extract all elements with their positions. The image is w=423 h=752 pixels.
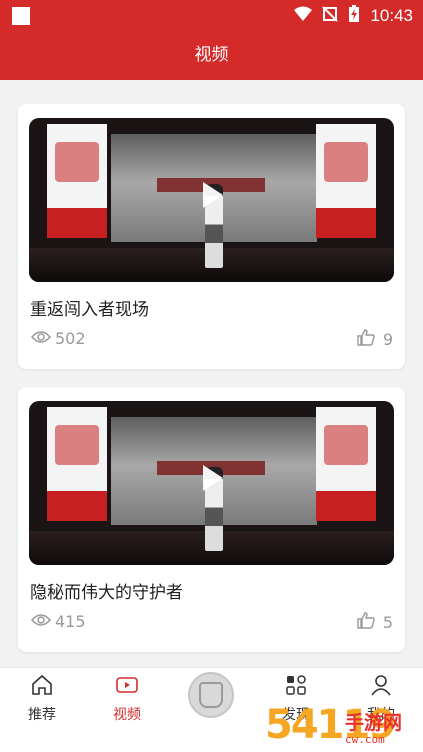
- thumbs-up-icon: [357, 329, 375, 350]
- video-title[interactable]: 隐秘而伟大的守护者: [30, 578, 183, 603]
- video-card[interactable]: 重返闯入者现场 502 9: [18, 104, 405, 369]
- watermark-logo: 54119 手游网 cw.com: [261, 700, 421, 752]
- status-time: 10:43: [370, 6, 413, 25]
- no-signal-icon: [322, 6, 339, 26]
- play-icon[interactable]: [203, 182, 223, 208]
- tab-video-label: 视频: [113, 707, 141, 723]
- seal-icon: [199, 682, 223, 708]
- user-icon: [370, 675, 392, 700]
- home-icon: [31, 674, 53, 700]
- play-icon[interactable]: [203, 465, 223, 491]
- video-icon: [115, 677, 139, 700]
- wifi-icon: [294, 6, 313, 26]
- tab-video[interactable]: 视频: [97, 674, 157, 724]
- video-title[interactable]: 重返闯入者现场: [30, 295, 149, 320]
- battery-charging-icon: [348, 5, 360, 27]
- thumbs-up-icon: [357, 612, 375, 633]
- view-count-value: 502: [55, 329, 86, 348]
- tab-home-label: 推荐: [28, 707, 56, 723]
- video-thumbnail[interactable]: [29, 118, 394, 282]
- like-count: 5: [382, 613, 393, 632]
- view-count: 502: [30, 329, 86, 348]
- notification-icon: [12, 7, 30, 25]
- tab-home[interactable]: 推荐: [12, 674, 72, 724]
- video-thumbnail[interactable]: [29, 401, 394, 565]
- eye-icon: [30, 612, 52, 631]
- center-logo-button[interactable]: [188, 672, 234, 718]
- view-count-value: 415: [55, 612, 86, 631]
- eye-icon: [30, 329, 52, 348]
- watermark-site: 手游网: [345, 712, 403, 734]
- view-count: 415: [30, 612, 86, 631]
- grid-icon: [285, 675, 307, 700]
- like-count: 9: [382, 330, 393, 349]
- like-button[interactable]: 5: [357, 612, 393, 633]
- status-bar: 10:43: [0, 0, 423, 30]
- page-title: 视频: [0, 30, 423, 80]
- like-button[interactable]: 9: [357, 329, 393, 350]
- watermark-domain: cw.com: [345, 733, 385, 746]
- video-card[interactable]: 隐秘而伟大的守护者 415 5: [18, 387, 405, 652]
